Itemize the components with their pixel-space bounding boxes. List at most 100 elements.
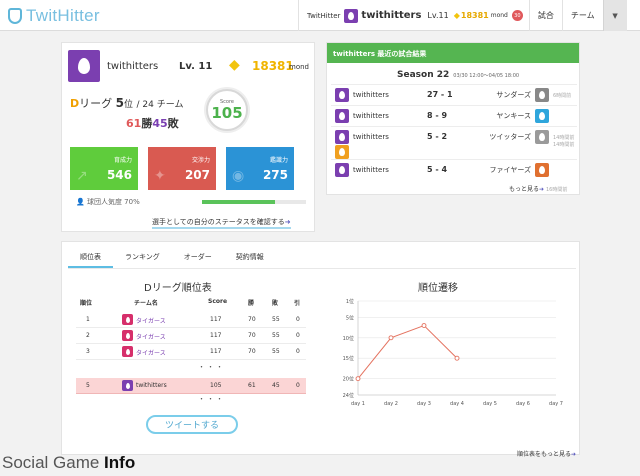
standings-more-link[interactable]: 順位表をもっと見る➜ bbox=[517, 449, 576, 458]
notification-badge[interactable]: 30 bbox=[511, 10, 523, 21]
egg-icon bbox=[339, 166, 345, 174]
popularity-text: 球団人気度 70% bbox=[86, 198, 140, 206]
gold-unit: mond bbox=[490, 12, 508, 19]
arrow-right-icon: ➜ bbox=[539, 186, 545, 193]
wins: 61 bbox=[126, 117, 142, 130]
result-row[interactable]: twithitters 27 - 1 サンダーズ 6時間前 bbox=[331, 84, 577, 105]
egg-icon bbox=[539, 166, 545, 174]
logo[interactable]: TwitHitter bbox=[8, 6, 100, 26]
ellipsis: ・・・ bbox=[198, 363, 225, 371]
stat-value: 207 bbox=[184, 168, 210, 182]
diamond-icon: ◆ bbox=[453, 11, 460, 20]
dropdown-caret-icon[interactable]: ▼ bbox=[602, 0, 627, 31]
opponent-avatar bbox=[535, 163, 549, 177]
tweet-button[interactable]: ツイートする bbox=[146, 415, 238, 434]
season-range: 03/30 12:00〜04/05 18:00 bbox=[453, 73, 520, 79]
standings-row[interactable]: 1 タイガース 117 70 55 0 bbox=[76, 312, 306, 328]
row-rank: 1 bbox=[86, 316, 90, 323]
row-wins: 70 bbox=[248, 348, 256, 355]
opponent-name: ヤンキース bbox=[496, 112, 531, 120]
egg-icon bbox=[539, 133, 545, 141]
egg-icon bbox=[125, 332, 130, 339]
player-status-link[interactable]: 選手としての自分のステータスを確認する➜ bbox=[152, 217, 291, 229]
opponent-avatar bbox=[535, 130, 549, 144]
tab-standings[interactable]: 順位表 bbox=[68, 250, 113, 268]
stat-value: 275 bbox=[262, 168, 288, 182]
row-rank: 2 bbox=[86, 332, 90, 339]
diamond-icon: ◆ bbox=[229, 57, 240, 73]
person-icon: 👤 bbox=[76, 198, 85, 206]
my-team-avatar bbox=[335, 88, 349, 102]
col-header-rank: 順位 bbox=[80, 300, 93, 307]
arrow-right-icon: ➜ bbox=[284, 218, 291, 226]
opponent-avatar bbox=[335, 145, 349, 159]
x-tick-label: day 7 bbox=[549, 401, 563, 407]
profile-level: Lv. 11 bbox=[179, 61, 213, 72]
my-team-avatar bbox=[335, 130, 349, 144]
result-row[interactable]: twithitters 5 - 4 ファイヤーズ bbox=[331, 159, 577, 180]
nav-team-button[interactable]: チーム bbox=[561, 0, 603, 31]
standings-panel: 順位表 ランキング オーダー 契約情報 Dリーグ順位表 順位遷移 順位 チーム名… bbox=[61, 241, 580, 458]
result-row[interactable]: twithitters 8 - 9 ヤンキース bbox=[331, 105, 577, 126]
eye-icon: ◉ bbox=[232, 168, 245, 184]
opponent-avatar bbox=[535, 88, 549, 102]
rank-point bbox=[355, 376, 361, 382]
my-team-avatar bbox=[335, 109, 349, 123]
x-tick-label: day 5 bbox=[483, 401, 497, 407]
match-score: 5 - 2 bbox=[427, 132, 448, 141]
opponent-avatar bbox=[535, 109, 549, 123]
row-rank: 5 bbox=[86, 382, 90, 389]
row-team: タイガース bbox=[136, 334, 166, 341]
user-name[interactable]: twithitters bbox=[361, 10, 421, 21]
row-team: タイガース bbox=[136, 318, 166, 325]
rank-point bbox=[454, 355, 460, 361]
egg-icon bbox=[339, 133, 345, 141]
stat-label: 鑑識力 bbox=[269, 157, 288, 164]
col-header-team: チーム名 bbox=[134, 300, 158, 307]
my-team-name: twithitters bbox=[353, 166, 389, 174]
result-row[interactable]: 14時間前 bbox=[331, 142, 577, 159]
tab-contract[interactable]: 契約情報 bbox=[224, 250, 276, 268]
y-tick-label: 24位 bbox=[343, 392, 354, 399]
shield-logo-icon bbox=[8, 8, 22, 24]
row-team: twithitters bbox=[136, 382, 167, 389]
results-more-link[interactable]: もっと見る➜ 16時間前 bbox=[509, 184, 567, 193]
losses: 45 bbox=[152, 117, 168, 130]
nav-match-button[interactable]: 試合 bbox=[528, 0, 562, 31]
popularity-fill bbox=[202, 200, 275, 204]
egg-icon bbox=[539, 91, 545, 99]
my-team-name: twithitters bbox=[353, 91, 389, 99]
more-status: 16時間前 bbox=[545, 187, 568, 193]
x-tick-label: day 6 bbox=[516, 401, 530, 407]
row-draws: 0 bbox=[296, 316, 300, 323]
handshake-icon: ✦ bbox=[154, 168, 166, 184]
rank-value: 5 bbox=[115, 96, 124, 110]
watermark-suffix: Info bbox=[104, 453, 136, 472]
top-nav-bar: TwitHitter TwitHitter twithitters Lv.11 … bbox=[0, 0, 640, 31]
rank-unit: 位 bbox=[124, 100, 134, 110]
row-wins: 61 bbox=[248, 382, 256, 389]
col-header-wins: 勝 bbox=[248, 300, 255, 307]
profile-gold: 18381 bbox=[252, 59, 294, 73]
row-score: 117 bbox=[210, 348, 222, 355]
user-avatar[interactable] bbox=[344, 8, 359, 23]
standings-row[interactable]: 2 タイガース 117 70 55 0 bbox=[76, 328, 306, 344]
more-text: もっと見る bbox=[509, 186, 540, 193]
user-nav: TwitHitter twithitters Lv.11 ◆ 18381 mon… bbox=[298, 0, 627, 31]
rank-point bbox=[388, 335, 394, 341]
popularity-bar bbox=[202, 200, 306, 204]
result-row[interactable]: twithitters 5 - 2 ツイッターズ 14時間前 bbox=[331, 126, 577, 147]
row-losses: 55 bbox=[272, 316, 280, 323]
opponent-name: ツイッターズ bbox=[489, 133, 531, 141]
popularity-label: 👤 球団人気度 70% bbox=[76, 197, 140, 207]
row-wins: 70 bbox=[248, 316, 256, 323]
standings-row-self[interactable]: 5 twithitters 105 61 45 0 bbox=[76, 378, 306, 394]
tab-order[interactable]: オーダー bbox=[172, 250, 224, 268]
tab-ranking[interactable]: ランキング bbox=[113, 250, 172, 268]
gold-amount: 18381 bbox=[460, 11, 489, 20]
opponent-name: ファイヤーズ bbox=[489, 166, 531, 174]
row-draws: 0 bbox=[296, 348, 300, 355]
egg-icon bbox=[125, 382, 130, 389]
standings-row[interactable]: 3 タイガース 117 70 55 0 bbox=[76, 344, 306, 360]
team-avatar bbox=[122, 346, 133, 357]
